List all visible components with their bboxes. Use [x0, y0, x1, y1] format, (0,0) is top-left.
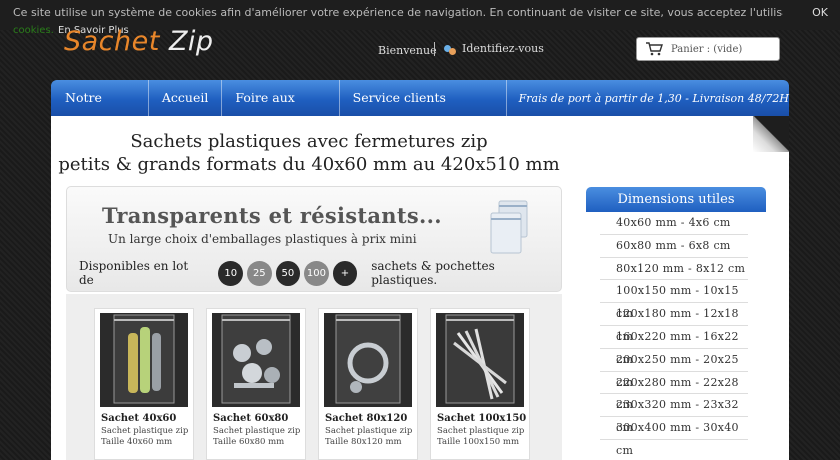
- product-name: Sachet 80x120: [325, 413, 408, 424]
- dimension-link[interactable]: 220x280 mm - 22x28 cm: [600, 372, 748, 411]
- product-grid: Sachet 40x60 Sachet plastique zip Taille…: [66, 294, 562, 460]
- product-card[interactable]: Sachet 40x60 Sachet plastique zip Taille…: [94, 308, 194, 460]
- product-image: [436, 313, 524, 407]
- dimension-link[interactable]: 80x120 mm - 8x12 cm: [600, 258, 748, 281]
- lots-suffix: sachets & pochettes plastiques.: [371, 259, 495, 287]
- nav-item-accueil[interactable]: Accueil: [149, 80, 223, 116]
- dimension-link[interactable]: 300x400 mm - 30x40 cm: [600, 417, 748, 457]
- nav-item-service-clients[interactable]: Service clients 07.82.94.14.15: [340, 80, 507, 141]
- product-description: Sachet plastique zip: [325, 426, 413, 436]
- lots-prefix: Disponibles en lot de: [79, 259, 189, 287]
- product-image: [100, 313, 188, 407]
- dimensions-list: 40x60 mm - 4x6 cm 60x80 mm - 6x8 cm 80x1…: [586, 212, 766, 457]
- cookie-ok-button[interactable]: OK: [812, 6, 828, 19]
- product-description: Sachet plastique zip: [101, 426, 189, 436]
- product-size: Taille 80x120 mm: [325, 437, 402, 447]
- promo-banner[interactable]: Transparents et résistants... Un large c…: [66, 186, 562, 292]
- lot-10-badge[interactable]: 10: [218, 260, 244, 286]
- product-description: Sachet plastique zip: [213, 426, 301, 436]
- logo-part2: Zip: [168, 26, 214, 57]
- lot-sizes: Disponibles en lot de 10 25 50 100 + sac…: [79, 259, 561, 287]
- login-link[interactable]: Identifiez-vous: [444, 42, 544, 55]
- product-name: Sachet 100x150: [437, 413, 527, 424]
- product-size: Taille 100x150 mm: [437, 437, 520, 447]
- dimension-link[interactable]: 200x250 mm - 20x25 cm: [600, 349, 748, 389]
- product-name: Sachet 60x80: [213, 413, 289, 424]
- headline-line1: Sachets plastiques avec fermetures zip: [130, 131, 488, 152]
- product-card[interactable]: Sachet 60x80 Sachet plastique zip Taille…: [206, 308, 306, 460]
- dimension-link[interactable]: 230x320 mm - 23x32 cm: [600, 394, 748, 434]
- lot-25-badge[interactable]: 25: [247, 260, 272, 286]
- dimension-link[interactable]: 120x180 mm - 12x18 cm: [600, 303, 748, 343]
- promo-subtitle: Un large choix d'emballages plastiques à…: [108, 232, 417, 246]
- cart-button[interactable]: Panier : (vide): [636, 37, 780, 61]
- product-card[interactable]: Sachet 80x120 Sachet plastique zip Taill…: [318, 308, 418, 460]
- headline-line2: petits & grands formats du 40x60 mm au 4…: [58, 154, 560, 175]
- header-divider: [434, 42, 435, 56]
- page-content: Sachets plastiques avec fermetures zip p…: [51, 116, 789, 460]
- product-image: [212, 313, 300, 407]
- dimension-link[interactable]: 100x150 mm - 10x15 cm: [600, 280, 748, 320]
- cookie-text: Ce site utilise un système de cookies af…: [13, 6, 783, 19]
- login-label: Identifiez-vous: [462, 42, 544, 55]
- product-image: [324, 313, 412, 407]
- product-name: Sachet 40x60: [101, 413, 177, 424]
- site-logo[interactable]: Sachet Zip: [64, 26, 214, 57]
- cart-label: Panier : (vide): [671, 43, 743, 55]
- product-size: Taille 40x60 mm: [101, 437, 173, 447]
- promo-title: Transparents et résistants...: [102, 203, 442, 228]
- shopping-cart-icon: [646, 42, 663, 56]
- plastic-bags-icon: [490, 200, 528, 254]
- welcome-text: Bienvenue: [378, 44, 437, 57]
- shipping-info: Frais de port à partir de 1,30 - Livrais…: [518, 91, 789, 105]
- lot-more-badge[interactable]: +: [332, 260, 358, 286]
- page-curl: [753, 116, 789, 152]
- dimension-link[interactable]: 160x220 mm - 16x22 cm: [600, 326, 748, 366]
- page-headline: Sachets plastiques avec fermetures zip p…: [51, 130, 567, 176]
- dimension-link[interactable]: 60x80 mm - 6x8 cm: [600, 235, 748, 258]
- product-description: Sachet plastique zip: [437, 426, 525, 436]
- dimensions-sidebar: Dimensions utiles 40x60 mm - 4x6 cm 60x8…: [586, 187, 766, 460]
- lot-50-badge[interactable]: 50: [275, 260, 301, 286]
- lot-100-badge[interactable]: 100: [304, 260, 329, 286]
- logo-part1: Sachet: [64, 26, 160, 57]
- dimension-link[interactable]: 40x60 mm - 4x6 cm: [600, 212, 748, 235]
- product-card[interactable]: Sachet 100x150 Sachet plastique zip Tail…: [430, 308, 530, 460]
- nav-item-faq[interactable]: Foire aux questions: [222, 80, 340, 141]
- product-size: Taille 60x80 mm: [213, 437, 285, 447]
- main-nav: Notre actualité Accueil Foire aux questi…: [51, 80, 789, 141]
- users-icon: [444, 43, 456, 55]
- sidebar-title: Dimensions utiles: [586, 187, 766, 212]
- cookie-text-end: cookies.: [13, 25, 54, 36]
- nav-item-actualite[interactable]: Notre actualité: [51, 80, 149, 141]
